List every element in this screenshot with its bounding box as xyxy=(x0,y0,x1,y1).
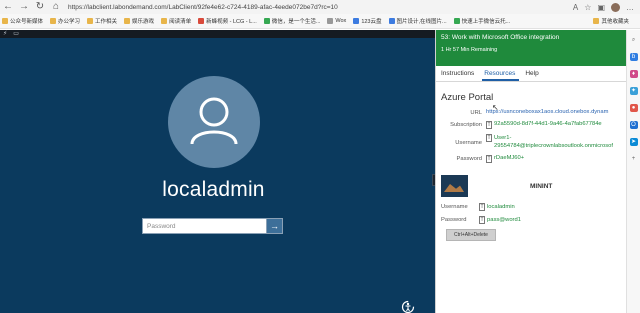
bookmark-item[interactable]: 123云盘 xyxy=(353,17,382,25)
vm-card[interactable]: MININT xyxy=(436,175,626,197)
bing-icon[interactable]: b xyxy=(629,53,638,61)
user-avatar xyxy=(168,76,260,168)
subscription-label: Subscription xyxy=(450,122,482,128)
type-text-icon[interactable]: T xyxy=(486,155,492,163)
shopping-icon[interactable]: ♦ xyxy=(629,70,638,78)
more-menu-icon[interactable]: … xyxy=(626,3,634,12)
search-icon[interactable]: ⌕ xyxy=(630,36,638,44)
tab-instructions[interactable]: Instructions xyxy=(439,66,478,81)
monitor-icon[interactable]: ▭ xyxy=(13,30,19,38)
site-favicon-icon xyxy=(327,18,334,24)
folder-icon xyxy=(87,18,94,24)
vm-username-label: Username xyxy=(441,204,468,210)
portal-url-link[interactable]: https://usnconeboxax1aos.cloud.onebox.dy… xyxy=(486,109,608,115)
bookmark-item[interactable]: Wox xyxy=(327,18,346,24)
site-favicon-icon xyxy=(388,18,395,24)
read-aloud-icon[interactable]: A xyxy=(573,3,578,12)
lock-username: localadmin xyxy=(162,178,265,201)
url-label: URL xyxy=(470,110,482,116)
section-title: Azure Portal xyxy=(441,92,494,103)
back-icon[interactable]: ← xyxy=(0,0,16,14)
url-field[interactable]: https://labclient.labondemand.com/LabCli… xyxy=(68,4,573,11)
site-favicon-icon xyxy=(353,18,360,24)
vm-username-row: Username T localadmin xyxy=(441,203,626,211)
password-input[interactable] xyxy=(143,219,266,233)
type-text-icon[interactable]: T xyxy=(479,203,485,211)
vm-password-value[interactable]: T pass@word1 xyxy=(479,216,521,224)
type-text-icon[interactable]: T xyxy=(479,216,485,224)
games-icon[interactable]: ● xyxy=(629,104,638,112)
password-value[interactable]: T rDaeMJ60+ xyxy=(486,155,524,163)
bookmark-item[interactable]: 娱乐游戏 xyxy=(124,17,154,25)
submit-arrow-button[interactable]: → xyxy=(266,219,282,233)
type-text-icon[interactable]: T xyxy=(486,121,492,129)
tools-icon[interactable]: ✦ xyxy=(629,87,638,95)
bookmark-item[interactable]: 工作相关 xyxy=(87,17,117,25)
address-bar: ← → ↻ ⌂ https://labclient.labondemand.co… xyxy=(0,0,640,14)
username-row: Username T User1- 29554784@triplecrownla… xyxy=(441,134,626,150)
collections-icon[interactable]: ▣ xyxy=(597,3,605,12)
resources-body: Azure Portal URL https://usnconeboxax1ao… xyxy=(436,82,626,163)
vm-password-label: Password xyxy=(441,217,467,223)
url-row: URL https://usnconeboxax1aos.cloud.onebo… xyxy=(441,109,626,116)
bookmarks-bar: 公众号新媒体 办公学习 工作相关 娱乐游戏 阅读清单 新蜂视频 - LCG - … xyxy=(0,14,640,29)
browser-actions: A ☆ ▣ … xyxy=(573,2,640,12)
lab-panel: 53: Work with Microsoft Office integrati… xyxy=(435,30,626,313)
tab-help[interactable]: Help xyxy=(523,66,542,81)
outlook-icon[interactable]: O xyxy=(629,121,638,129)
bookmark-item[interactable]: 快速上手微信云托... xyxy=(453,17,510,25)
add-icon[interactable]: + xyxy=(630,155,638,163)
type-text-icon[interactable]: T xyxy=(486,134,492,142)
site-favicon-icon xyxy=(453,18,460,24)
lab-title: 53: Work with Microsoft Office integrati… xyxy=(441,34,560,41)
password-row: Password T rDaeMJ60+ xyxy=(441,155,626,163)
mouse-cursor-icon: ↖ xyxy=(492,103,499,112)
telegram-icon[interactable]: ➤ xyxy=(629,138,638,146)
site-favicon-icon xyxy=(198,18,205,24)
folder-icon xyxy=(2,18,8,24)
bookmark-item[interactable]: 图片设计,在线图片... xyxy=(388,17,447,25)
favorites-star-icon[interactable]: ☆ xyxy=(584,3,591,12)
refresh-icon[interactable]: ↻ xyxy=(32,0,48,14)
bookmark-item[interactable]: 办公学习 xyxy=(50,17,80,25)
wechat-icon xyxy=(263,18,270,24)
ease-of-access-icon[interactable] xyxy=(401,300,415,313)
tab-resources[interactable]: Resources xyxy=(482,66,520,81)
bookmark-item[interactable]: 阅读清单 xyxy=(161,17,191,25)
vm-thumbnail[interactable] xyxy=(441,175,468,197)
lab-header: 53: Work with Microsoft Office integrati… xyxy=(436,30,626,66)
folder-icon xyxy=(124,18,131,24)
bookmark-item[interactable]: 微信，是一个生活... xyxy=(263,17,320,25)
other-favorites[interactable]: 其他收藏夹 xyxy=(593,17,633,25)
password-box: → xyxy=(142,218,283,234)
folder-icon xyxy=(50,18,57,24)
bookmark-item[interactable]: 公众号新媒体 xyxy=(2,17,43,25)
browser-sidebar: ⌕ b ♦ ✦ ● O ➤ + xyxy=(626,30,640,313)
username-value[interactable]: T User1- 29554784@triplecrownlabsoutlook… xyxy=(486,134,613,150)
home-icon[interactable]: ⌂ xyxy=(48,0,64,14)
subscription-row: Subscription T 92a5590d-8d7f-44d1-9a46-4… xyxy=(441,121,626,129)
forward-icon[interactable]: → xyxy=(16,0,32,14)
password-label: Password xyxy=(456,156,482,162)
username-label: Username xyxy=(455,140,482,146)
browser-window: ← → ↻ ⌂ https://labclient.labondemand.co… xyxy=(0,0,640,313)
folder-icon xyxy=(161,18,168,24)
bookmark-item[interactable]: 新蜂视频 - LCG - L... xyxy=(198,17,257,25)
vm-credentials: Username T localadmin Password T pass@wo… xyxy=(436,203,626,224)
profile-avatar[interactable] xyxy=(611,2,620,12)
folder-icon xyxy=(593,18,600,24)
panel-tabs: Instructions Resources Help xyxy=(436,66,626,82)
ctrl-alt-delete-button[interactable]: Ctrl+Alt+Delete xyxy=(446,229,496,241)
vm-name: MININT xyxy=(530,182,553,190)
vm-username-value[interactable]: T localadmin xyxy=(479,203,515,211)
user-silhouette-icon xyxy=(190,97,238,145)
vm-toolbar: ⚡ ▭ xyxy=(0,30,435,38)
power-icon[interactable]: ⚡ xyxy=(3,30,7,38)
time-remaining: 1 Hr 57 Min Remaining xyxy=(441,47,498,53)
vm-password-row: Password T pass@word1 xyxy=(441,216,626,224)
subscription-value[interactable]: T 92a5590d-8d7f-44d1-9a46-4a7fab67784e xyxy=(486,121,602,129)
vm-lock-screen[interactable]: localadmin → xyxy=(0,38,435,313)
